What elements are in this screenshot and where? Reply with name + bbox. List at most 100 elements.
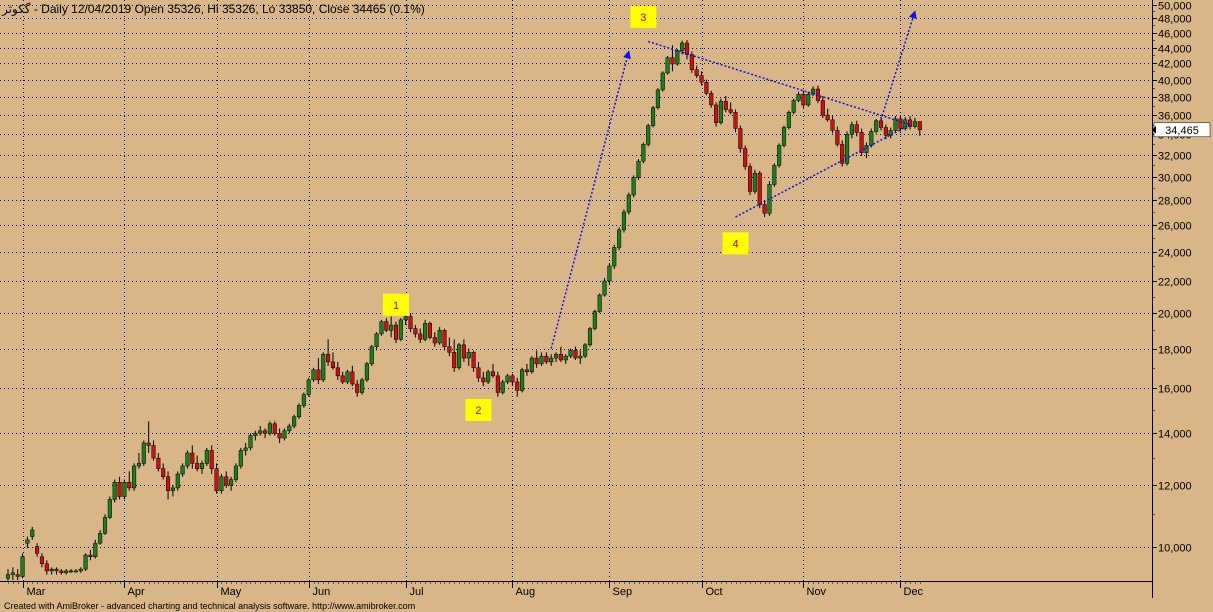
candle-body: [379, 321, 384, 335]
candle-body: [248, 435, 253, 449]
candle-body: [427, 323, 432, 338]
candle-body: [738, 128, 743, 149]
candle: [175, 471, 180, 491]
candle-body: [175, 473, 180, 489]
candle: [772, 163, 777, 187]
candle-body: [243, 447, 248, 451]
candle: [83, 553, 88, 571]
candle: [360, 377, 365, 395]
candle-body: [878, 120, 884, 128]
candle-body: [597, 294, 602, 312]
candle-body: [219, 476, 224, 492]
wave-label-text: 4: [732, 238, 738, 250]
candle-body: [127, 482, 132, 489]
candle-body: [224, 476, 229, 486]
candle-body: [820, 100, 825, 116]
candle-body: [457, 344, 462, 369]
candle-body: [524, 369, 530, 373]
candle-body: [801, 94, 806, 106]
candle: [636, 159, 641, 180]
candle-body: [83, 554, 88, 570]
wave-label-text: 3: [640, 12, 646, 24]
candle-body: [69, 570, 74, 573]
x-tick-label: Oct: [706, 586, 723, 598]
candle-body: [20, 556, 25, 577]
candle-body: [214, 468, 219, 492]
y-tick-label: 50,000: [1158, 1, 1192, 13]
candle-body: [141, 442, 146, 464]
candle: [219, 474, 224, 494]
candle-body: [413, 328, 418, 335]
candle-body: [10, 572, 15, 575]
candle: [646, 123, 651, 147]
chart-title: گکوثر - Daily 12/04/2019 Open 35326, Hi …: [1, 2, 425, 16]
candle-body: [874, 120, 879, 132]
candle: [718, 98, 724, 125]
candle: [602, 277, 607, 297]
candle-body: [258, 430, 263, 434]
wave-label: 3: [630, 5, 657, 28]
candle: [597, 293, 602, 314]
candle: [840, 140, 845, 167]
candle: [607, 263, 612, 285]
candle: [141, 440, 146, 467]
candle-body: [549, 357, 554, 363]
y-tick-label: 44,000: [1158, 44, 1192, 56]
candle-body: [529, 357, 534, 373]
y-tick-label: 46,000: [1158, 29, 1192, 41]
candle-body: [830, 119, 835, 131]
candle-body: [607, 265, 612, 282]
candle-body: [500, 381, 505, 393]
candle-body: [374, 333, 379, 347]
candle-body: [73, 570, 78, 573]
candle: [398, 318, 403, 342]
y-tick-label: 38,000: [1158, 93, 1192, 105]
candle: [786, 110, 791, 130]
candle: [238, 447, 243, 469]
candle: [748, 163, 753, 195]
candle-body: [772, 165, 777, 185]
candle: [102, 514, 108, 535]
candle-body: [360, 379, 365, 393]
candle: [520, 367, 525, 393]
wave-label: 4: [722, 232, 749, 255]
candle-body: [282, 430, 287, 439]
candle-body: [486, 371, 491, 383]
candle-body: [292, 416, 297, 427]
y-tick-label: 24,000: [1158, 248, 1192, 260]
candle-body: [825, 114, 830, 121]
candle-body: [330, 361, 335, 369]
candle-body: [54, 568, 59, 572]
candle: [457, 342, 462, 370]
candle: [311, 367, 316, 382]
x-tick-label: Jul: [410, 586, 424, 598]
candle-body: [452, 352, 457, 369]
candle-body: [762, 204, 767, 214]
candle-body: [461, 344, 466, 359]
candle: [369, 344, 374, 366]
candle-body: [311, 369, 316, 381]
candle-body: [267, 423, 272, 434]
candle-body: [689, 54, 694, 70]
y-tick-label: 32,000: [1158, 151, 1192, 163]
candle-body: [180, 465, 185, 475]
candle: [583, 342, 588, 359]
candle: [617, 227, 622, 251]
candle-body: [44, 563, 49, 572]
y-tick-label: 28,000: [1158, 196, 1192, 208]
candle: [777, 143, 782, 168]
candle-body: [912, 121, 918, 127]
candle: [233, 463, 238, 483]
candle: [20, 553, 25, 579]
candle-body: [296, 405, 302, 418]
y-tick-label: 16,000: [1158, 384, 1192, 396]
candle-body: [35, 546, 40, 554]
candle-body: [665, 57, 670, 74]
candle-body: [651, 107, 656, 126]
candle-body: [704, 81, 709, 94]
candle-body: [301, 394, 306, 406]
candle-body: [423, 323, 428, 340]
candle: [641, 142, 646, 164]
candle-body: [869, 131, 874, 146]
candle-body: [229, 479, 234, 486]
